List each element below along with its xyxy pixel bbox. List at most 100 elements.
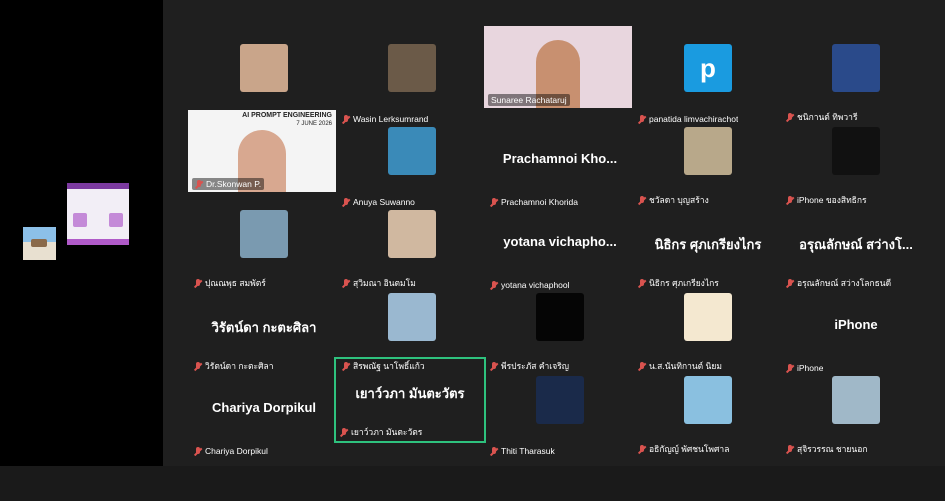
participant-name-label: Prachamnoi Khorida bbox=[490, 197, 578, 207]
mic-muted-icon bbox=[490, 446, 498, 456]
participant-tile[interactable]: Sunaree Rachataruj bbox=[484, 26, 632, 108]
participant-name-label: Chariya Dorpikul bbox=[194, 446, 268, 456]
participant-tile[interactable]: Chariya Dorpikul Chariya Dorpikul bbox=[190, 376, 338, 458]
participant-name-label: น.ส.นันทิกานต์ นิยม bbox=[638, 359, 722, 373]
participant-tile[interactable]: ชนิกานต์ ทิพวารี bbox=[782, 44, 930, 126]
participant-tile[interactable]: Wasin Lerksumrand bbox=[338, 44, 486, 126]
participant-tile[interactable]: เยาว์วภา มันตะวัตร เยาว์วภา มันตะวัตร bbox=[334, 357, 486, 443]
participant-display-name: อรุณลักษณ์ สว่างโ... bbox=[799, 237, 913, 252]
participant-tile[interactable]: iPhone iPhone bbox=[782, 293, 930, 375]
participant-name: Dr.Skonwan P. bbox=[206, 179, 262, 189]
participant-tile[interactable]: Anuya Suwanno bbox=[338, 127, 486, 209]
participant-tile[interactable]: สุจิรวรรณ ชายนอก bbox=[782, 376, 930, 458]
participant-name: Sunaree Rachataruj bbox=[491, 95, 567, 105]
participant-name: ชวัลดา บุญสร้าง bbox=[649, 195, 709, 205]
participant-tile[interactable]: อธิกัญญ์ พัศชนโพศาล bbox=[634, 376, 782, 458]
mic-muted-icon bbox=[786, 112, 794, 122]
mic-muted-icon bbox=[194, 361, 202, 371]
participant-avatar bbox=[240, 210, 288, 258]
participant-tile[interactable]: พีรประภัส คำเจริญ bbox=[486, 293, 634, 375]
participant-name-label: Wasin Lerksumrand bbox=[342, 114, 428, 124]
participant-avatar bbox=[240, 44, 288, 92]
participant-name: น.ส.นันทิกานต์ นิยม bbox=[649, 361, 722, 371]
participant-name: เยาว์วภา มันตะวัตร bbox=[351, 427, 423, 437]
participant-avatar bbox=[388, 44, 436, 92]
mic-muted-icon bbox=[786, 363, 794, 373]
mic-muted-icon bbox=[638, 444, 646, 454]
mic-muted-icon bbox=[340, 427, 348, 437]
participant-name: ปุณณพุธ สมพัตร์ bbox=[205, 278, 266, 288]
participant-name: สุจิรวรรณ ชายนอก bbox=[797, 444, 868, 454]
participant-tile[interactable]: Thiti Tharasuk bbox=[486, 376, 634, 458]
participant-name: Prachamnoi Khorida bbox=[501, 197, 579, 207]
participant-name-label: yotana vichaphool bbox=[490, 280, 570, 290]
participant-tile[interactable]: น.ส.นันทิกานต์ นิยม bbox=[634, 293, 782, 375]
participant-avatar bbox=[832, 44, 880, 92]
avatar-letter: p bbox=[700, 52, 716, 83]
participant-name: Chariya Dorpikul bbox=[205, 446, 268, 456]
participant-name: นิธิกร ศุภเกรียงไกร bbox=[649, 278, 719, 288]
participant-name-label: Thiti Tharasuk bbox=[490, 446, 555, 456]
participant-tile[interactable]: iPhone ของสิทธิกร bbox=[782, 127, 930, 209]
participant-name-label: สุจิรวรรณ ชายนอก bbox=[786, 442, 867, 456]
mic-muted-icon bbox=[638, 195, 646, 205]
mic-muted-icon bbox=[786, 444, 794, 454]
mic-muted-icon bbox=[195, 179, 203, 189]
participant-name-label: iPhone bbox=[786, 363, 823, 373]
participant-tile[interactable]: นิธิกร ศุภเกรียงไกร นิธิกร ศุภเกรียงไกร bbox=[634, 210, 782, 292]
participant-display-name: นิธิกร ศุภเกรียงไกร bbox=[654, 237, 762, 252]
participant-name: วิรัตน์ดา กะตะศิลา bbox=[205, 361, 274, 371]
participant-tile[interactable]: Prachamnoi Kho... Prachamnoi Khorida bbox=[486, 127, 634, 209]
mic-muted-icon bbox=[342, 197, 350, 207]
participant-tile[interactable]: วิรัตน์ดา กะตะศิลา วิรัตน์ดา กะตะศิลา bbox=[190, 293, 338, 375]
participant-name-label: ชวัลดา บุญสร้าง bbox=[638, 193, 709, 207]
participant-avatar bbox=[536, 376, 584, 424]
participant-name-label: สุวิมณา อินตมโม bbox=[342, 276, 416, 290]
participant-avatar bbox=[684, 376, 732, 424]
mic-muted-icon bbox=[490, 280, 498, 290]
participant-display-name: yotana vichapho... bbox=[503, 234, 617, 249]
participant-display-name: Chariya Dorpikul bbox=[211, 400, 317, 415]
participant-name-label: ชนิกานต์ ทิพวารี bbox=[786, 110, 858, 124]
participant-display-name: iPhone bbox=[834, 317, 878, 332]
participant-avatar bbox=[388, 293, 436, 341]
participant-name-label: panatida limvachirachot bbox=[638, 114, 738, 124]
mic-muted-icon bbox=[490, 197, 498, 207]
participant-tile[interactable]: AI PROMPT ENGINEERING 7 JUNE 2026 Dr.Skonw… bbox=[188, 110, 336, 192]
participant-tile[interactable]: อรุณลักษณ์ สว่างโ... อรุณลักษณ์ สว่างโลกธ… bbox=[782, 210, 930, 292]
participant-name-label: วิรัตน์ดา กะตะศิลา bbox=[194, 359, 274, 373]
participant-avatar bbox=[684, 293, 732, 341]
participant-tile[interactable]: ปุณณพุธ สมพัตร์ bbox=[190, 210, 338, 292]
mic-muted-icon bbox=[638, 114, 646, 124]
participant-name: iPhone ของสิทธิกร bbox=[797, 195, 867, 205]
participant-name-label: Anuya Suwanno bbox=[342, 197, 415, 207]
mic-muted-icon bbox=[194, 278, 202, 288]
participant-avatar bbox=[684, 127, 732, 175]
participant-avatar bbox=[388, 210, 436, 258]
participant-avatar bbox=[536, 293, 584, 341]
mic-muted-icon bbox=[638, 278, 646, 288]
participant-name: yotana vichaphool bbox=[501, 280, 570, 290]
participant-avatar bbox=[832, 127, 880, 175]
mic-muted-icon bbox=[194, 446, 202, 456]
participant-name-label: นิธิกร ศุภเกรียงไกร bbox=[638, 276, 719, 290]
shared-screen-thumbnail[interactable] bbox=[67, 183, 129, 245]
participant-name: อธิกัญญ์ พัศชนโพศาล bbox=[649, 444, 730, 454]
participant-name-label: เยาว์วภา มันตะวัตร bbox=[340, 425, 422, 439]
participant-avatar bbox=[388, 127, 436, 175]
meeting-controls-bar bbox=[0, 466, 945, 501]
self-view-thumbnail[interactable] bbox=[23, 227, 56, 260]
participant-name: สุวิมณา อินตมโม bbox=[353, 278, 416, 288]
mic-muted-icon bbox=[490, 361, 498, 371]
mic-muted-icon bbox=[342, 114, 350, 124]
participant-tile[interactable]: yotana vichapho... yotana vichaphool bbox=[486, 210, 634, 292]
participant-name-label: พีรประภัส คำเจริญ bbox=[490, 359, 569, 373]
participant-tile[interactable]: ชวัลดา บุญสร้าง bbox=[634, 127, 782, 209]
participant-tile[interactable]: p panatida limvachirachot bbox=[634, 44, 782, 126]
participant-tile[interactable]: สุวิมณา อินตมโม bbox=[338, 210, 486, 292]
mic-muted-icon bbox=[786, 278, 794, 288]
video-banner-date: 7 JUNE 2026 bbox=[296, 121, 332, 127]
participant-name: Anuya Suwanno bbox=[353, 197, 415, 207]
participant-name-label: Sunaree Rachataruj bbox=[488, 94, 570, 106]
participant-name-label: iPhone ของสิทธิกร bbox=[786, 193, 867, 207]
